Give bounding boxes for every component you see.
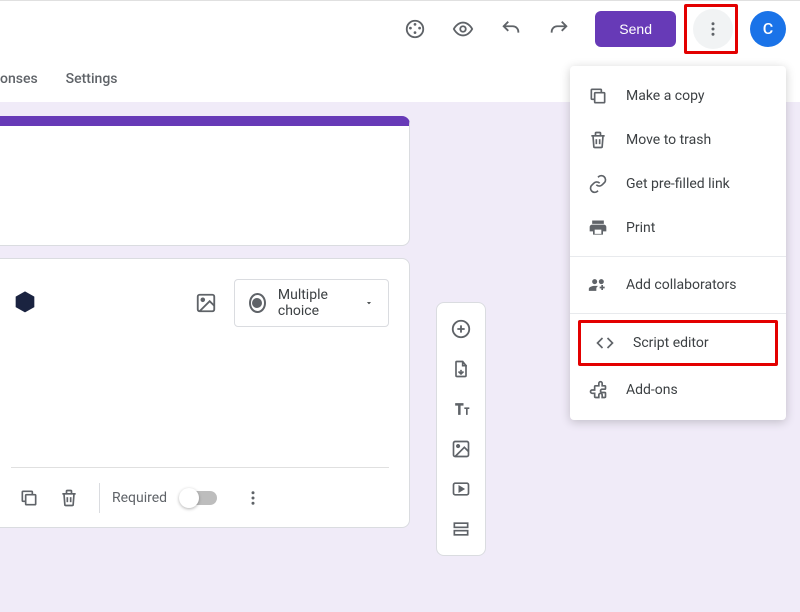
send-button[interactable]: Send: [595, 11, 676, 47]
required-label: Required: [112, 490, 167, 506]
question-type-label: Multiple choice: [278, 287, 354, 319]
import-questions-icon[interactable]: [443, 351, 479, 387]
tab-responses[interactable]: onses: [0, 71, 38, 87]
menu-script-editor-highlight: Script editor: [578, 320, 778, 366]
form-header-card[interactable]: [0, 116, 410, 246]
question-more-icon[interactable]: [233, 478, 273, 518]
account-avatar[interactable]: C: [750, 11, 786, 47]
menu-addons[interactable]: Add-ons: [570, 368, 786, 412]
add-image-toolbar-icon[interactable]: [443, 431, 479, 467]
menu-divider: [570, 256, 786, 257]
add-title-icon[interactable]: [443, 391, 479, 427]
add-image-icon[interactable]: [192, 289, 220, 317]
redo-icon[interactable]: [539, 9, 579, 49]
menu-divider-2: [570, 313, 786, 314]
menu-prefilled-link[interactable]: Get pre-filled link: [570, 162, 786, 206]
add-question-icon[interactable]: [443, 311, 479, 347]
topbar: Send C: [0, 0, 800, 56]
divider: [99, 483, 100, 513]
duplicate-icon[interactable]: [11, 480, 47, 516]
more-options-menu: Make a copy Move to trash Get pre-filled…: [570, 66, 786, 420]
undo-icon[interactable]: [491, 9, 531, 49]
chevron-down-icon: [364, 297, 374, 309]
more-button-highlight: [684, 4, 738, 54]
menu-print[interactable]: Print: [570, 206, 786, 250]
more-options-button[interactable]: [693, 9, 733, 49]
question-top-row: Multiple choice: [11, 279, 389, 327]
menu-make-copy-label: Make a copy: [626, 88, 705, 104]
menu-prefilled-label: Get pre-filled link: [626, 176, 730, 192]
menu-add-collab-label: Add collaborators: [626, 277, 736, 293]
menu-make-copy[interactable]: Make a copy: [570, 74, 786, 118]
side-toolbar: [436, 302, 486, 556]
preview-icon[interactable]: [443, 9, 483, 49]
question-type-select[interactable]: Multiple choice: [234, 279, 389, 327]
add-video-icon[interactable]: [443, 471, 479, 507]
menu-addons-label: Add-ons: [626, 382, 678, 398]
menu-add-collaborators[interactable]: Add collaborators: [570, 263, 786, 307]
menu-move-trash[interactable]: Move to trash: [570, 118, 786, 162]
menu-script-editor[interactable]: Script editor: [581, 323, 775, 363]
menu-move-trash-label: Move to trash: [626, 132, 711, 148]
add-section-icon[interactable]: [443, 511, 479, 547]
question-card[interactable]: Multiple choice Required: [0, 258, 410, 528]
tab-settings[interactable]: Settings: [66, 71, 118, 87]
menu-print-label: Print: [626, 220, 655, 236]
theme-icon[interactable]: [395, 9, 435, 49]
question-addon-icon[interactable]: [11, 289, 39, 317]
delete-icon[interactable]: [51, 480, 87, 516]
menu-script-editor-label: Script editor: [633, 335, 709, 351]
question-footer: Required: [11, 467, 389, 519]
required-toggle[interactable]: [181, 491, 217, 505]
radio-icon: [249, 293, 266, 313]
